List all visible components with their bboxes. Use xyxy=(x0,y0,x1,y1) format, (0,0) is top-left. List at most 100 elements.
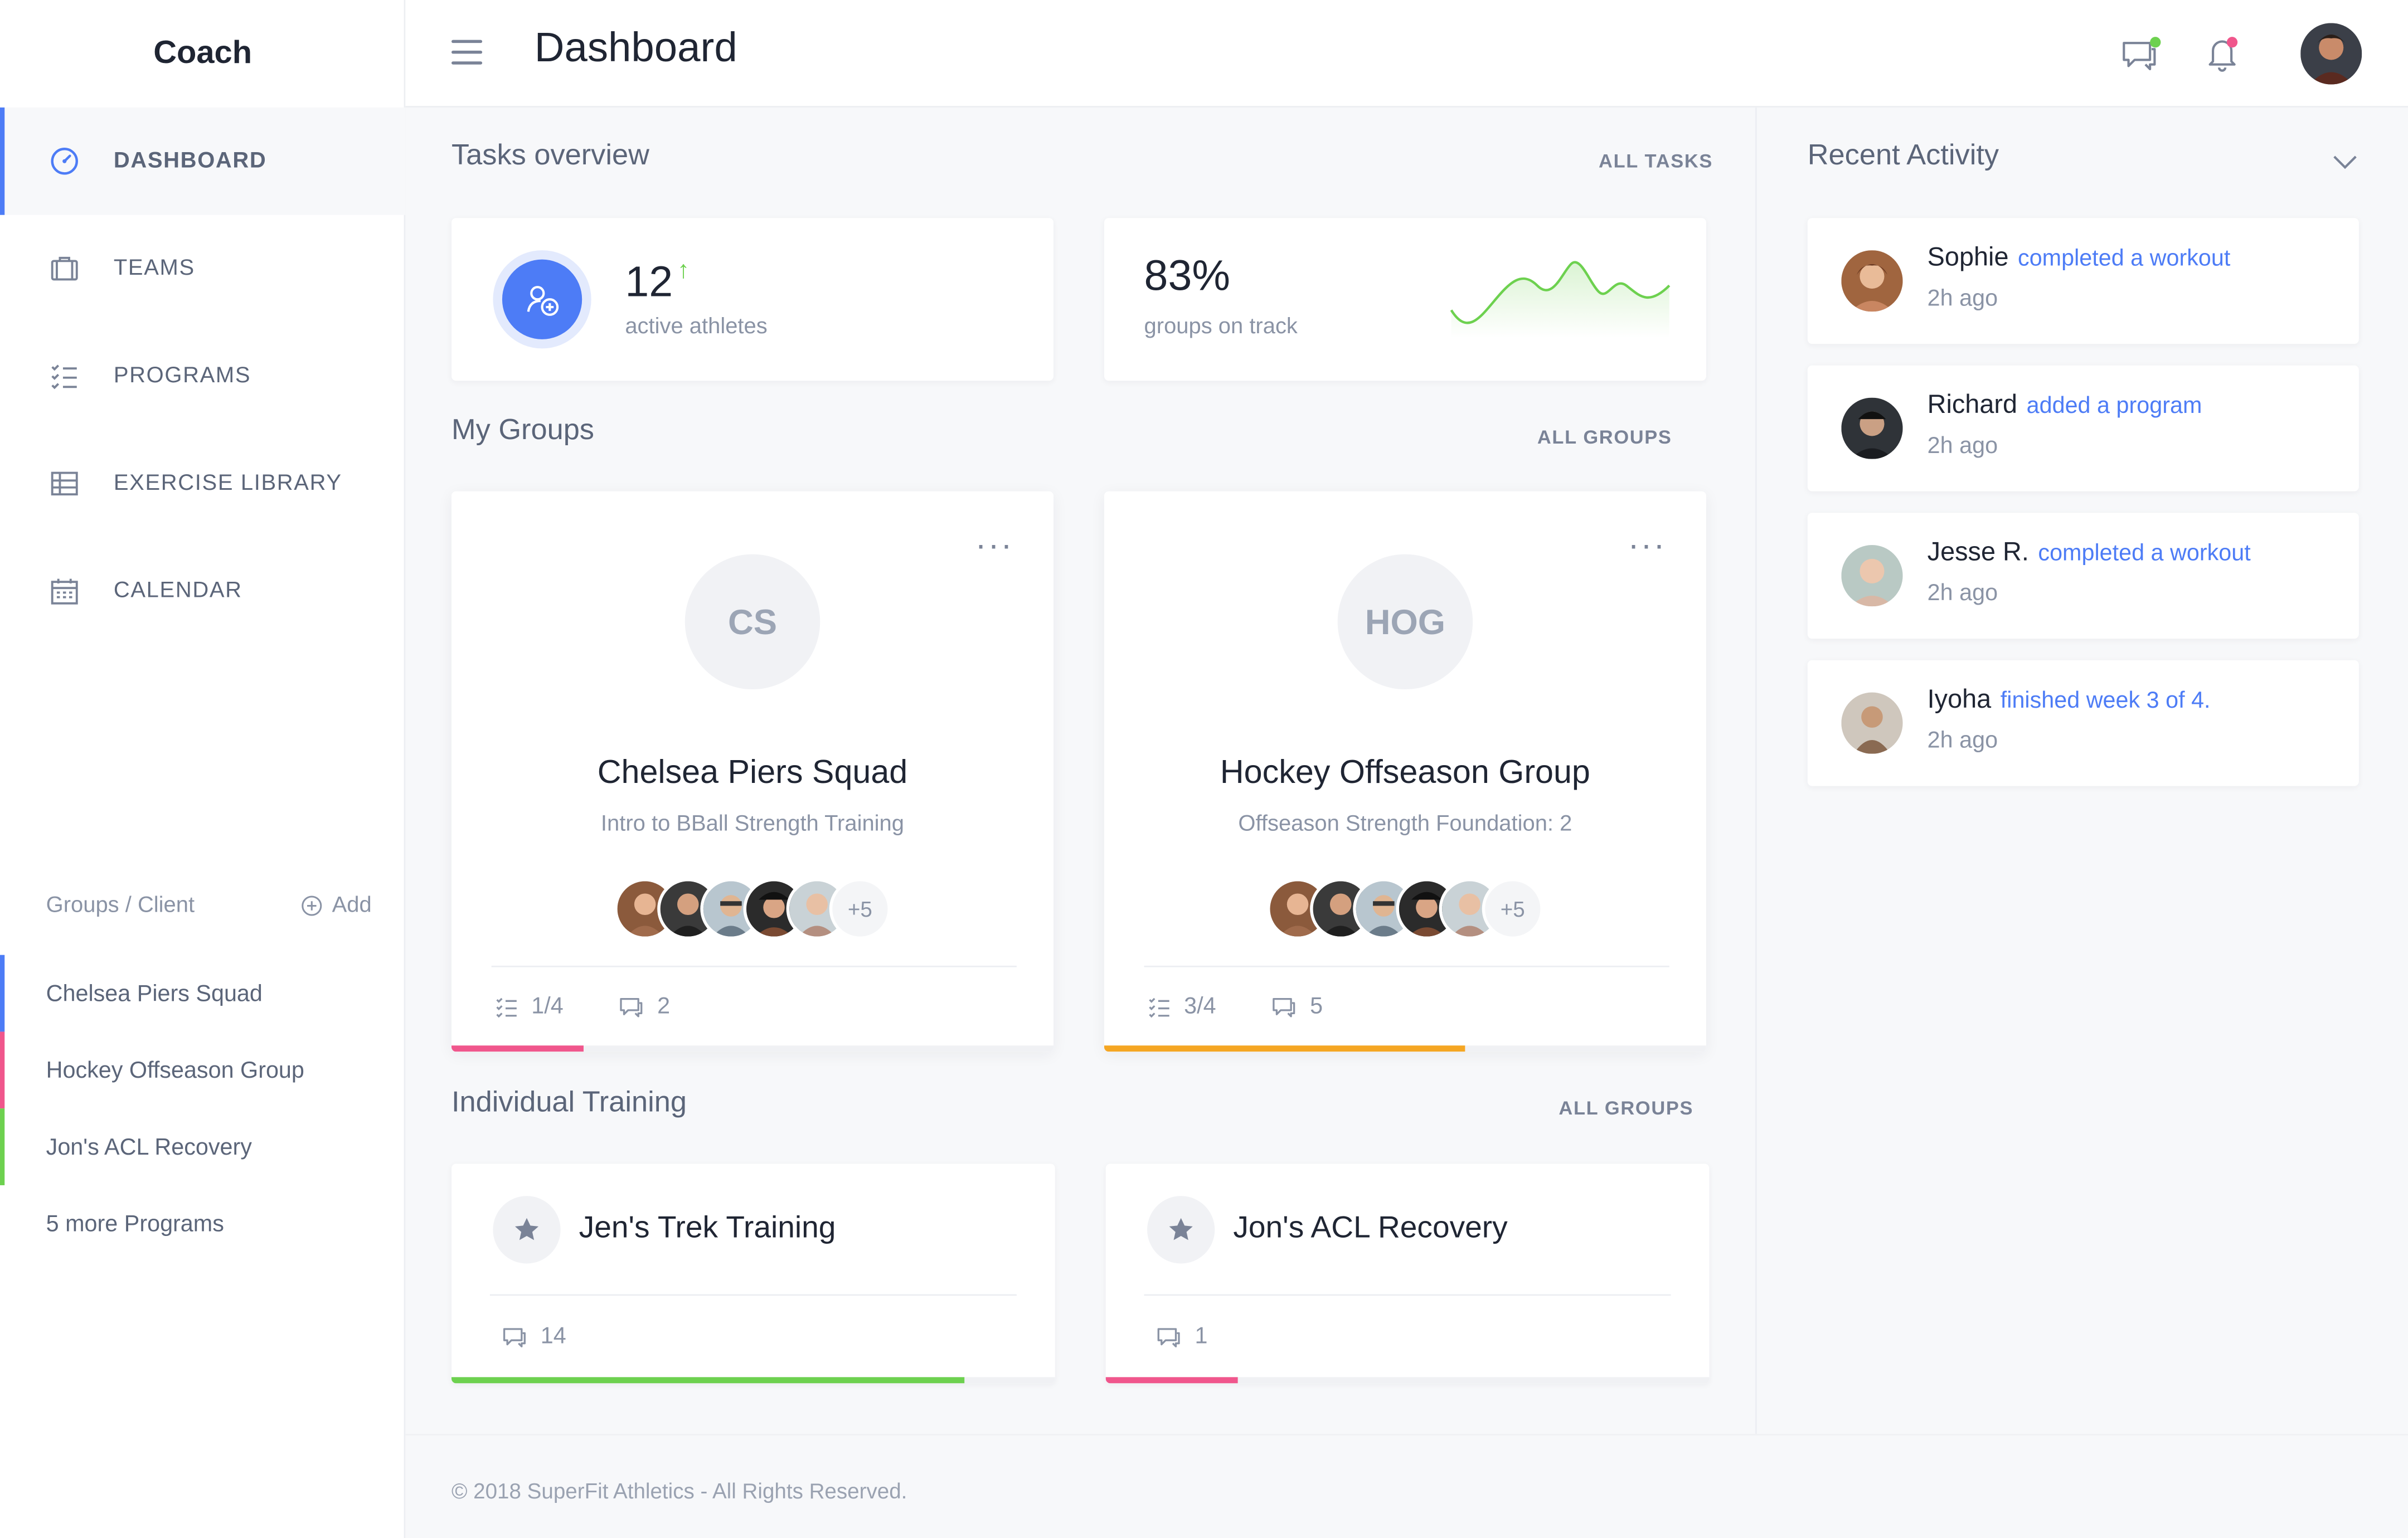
progress-fill xyxy=(451,1045,584,1052)
avatar xyxy=(1841,545,1903,607)
comments-count[interactable]: 5 xyxy=(1270,993,1323,1020)
comments-count[interactable]: 2 xyxy=(618,994,670,1019)
tasks-overview-title: Tasks overview xyxy=(451,139,649,172)
activity-time: 2h ago xyxy=(1927,727,1998,754)
sidebar-group-chelsea-piers-squad[interactable]: Chelsea Piers Squad xyxy=(0,955,405,1032)
more-options-icon[interactable]: ··· xyxy=(1628,525,1666,565)
notifications-button[interactable] xyxy=(2202,34,2242,74)
sidebar-item-dashboard[interactable]: DASHBOARD xyxy=(0,107,406,215)
groups-on-track-label: groups on track xyxy=(1144,314,1298,339)
progress-bar xyxy=(451,1377,1055,1384)
group-card-hockey-offseason-group[interactable]: ··· HOG Hockey Offseason Group Offseason… xyxy=(1104,491,1706,1052)
comments-count[interactable]: 14 xyxy=(501,1323,566,1350)
activity-user[interactable]: Jesse R. xyxy=(1928,537,2029,566)
recent-activity-panel: Recent Activity Sophie completed a workou… xyxy=(1755,107,2408,1434)
group-card-chelsea-piers-squad[interactable]: ··· CS Chelsea Piers Squad Intro to BBal… xyxy=(451,491,1054,1052)
activity-action[interactable]: completed a workout xyxy=(2018,246,2230,272)
trend-up-icon: ↑ xyxy=(677,257,690,284)
activity-user[interactable]: Sophie xyxy=(1928,242,2009,271)
sidebar-item-programs[interactable]: PROGRAMS xyxy=(0,323,405,430)
group-label: Chelsea Piers Squad xyxy=(46,980,263,1006)
activity-action[interactable]: finished week 3 of 4. xyxy=(2001,688,2211,714)
add-user-icon xyxy=(502,259,582,339)
sidebar-item-label: DASHBOARD xyxy=(113,149,267,174)
footer: © 2018 SuperFit Athletics - All Rights R… xyxy=(405,1434,2408,1538)
avatar xyxy=(1841,692,1903,754)
activity-user[interactable]: Iyoha xyxy=(1928,685,1992,714)
sidebar-item-calendar[interactable]: CALENDAR xyxy=(0,537,405,645)
card-divider xyxy=(489,1294,1017,1296)
progress-bar xyxy=(1104,1045,1706,1052)
activity-item[interactable]: Jesse R. completed a workout 2h ago xyxy=(1807,513,2359,639)
more-members-count[interactable]: +5 xyxy=(829,878,891,940)
activity-time: 2h ago xyxy=(1927,285,1998,312)
messages-button[interactable] xyxy=(2119,34,2161,74)
checklist-icon xyxy=(496,997,517,1017)
comments-value: 5 xyxy=(1310,993,1323,1020)
activity-text: Iyoha finished week 3 of 4. xyxy=(1928,685,2211,716)
sidebar-item-exercise-library[interactable]: EXERCISE LIBRARY xyxy=(0,430,405,537)
tasks-value: 3/4 xyxy=(1184,993,1216,1020)
activity-item[interactable]: Iyoha finished week 3 of 4. 2h ago xyxy=(1807,660,2359,786)
activity-user[interactable]: Richard xyxy=(1928,390,2017,419)
activity-item[interactable]: Sophie completed a workout 2h ago xyxy=(1807,218,2359,344)
sidebar-more-programs-link[interactable]: 5 more Programs xyxy=(0,1185,405,1262)
card-divider xyxy=(1144,1294,1671,1296)
more-members-count[interactable]: +5 xyxy=(1482,878,1543,940)
tasks-value: 1/4 xyxy=(531,993,564,1020)
chat-bubble-icon xyxy=(1273,997,1295,1017)
star-icon[interactable] xyxy=(1147,1196,1215,1264)
training-name: Jon's ACL Recovery xyxy=(1233,1211,1508,1245)
alert-dot xyxy=(2226,37,2238,48)
app-frame: Coach DASHBOARD TEAMS PROGRAMS EXERCISE … xyxy=(0,0,2408,1538)
training-name: Jen's Trek Training xyxy=(579,1211,836,1245)
all-individual-link[interactable]: ALL GROUPS xyxy=(1559,1098,1693,1120)
activity-item[interactable]: Richard added a program 2h ago xyxy=(1807,365,2359,491)
activity-time: 2h ago xyxy=(1927,580,1998,607)
copyright-text: © 2018 SuperFit Athletics - All Rights R… xyxy=(451,1478,907,1503)
activity-text: Jesse R. completed a workout xyxy=(1928,537,2251,568)
training-card-jons-acl-recovery[interactable]: Jon's ACL Recovery 1 xyxy=(1105,1164,1710,1384)
more-options-icon[interactable]: ··· xyxy=(975,525,1014,565)
add-group-button[interactable]: Add xyxy=(302,893,372,918)
member-avatars[interactable]: +5 xyxy=(614,878,891,940)
sidebar-group-jons-acl-recovery[interactable]: Jon's ACL Recovery xyxy=(0,1108,405,1185)
group-initials: CS xyxy=(684,554,821,690)
active-athletes-value: 12 xyxy=(625,257,673,306)
star-icon[interactable] xyxy=(493,1196,561,1264)
table-icon xyxy=(49,468,80,499)
comments-count[interactable]: 1 xyxy=(1155,1323,1207,1350)
hamburger-menu-icon[interactable] xyxy=(451,40,483,68)
sidebar-item-label: PROGRAMS xyxy=(113,363,251,389)
sidebar-item-label: TEAMS xyxy=(113,256,195,281)
sidebar-group-hockey-offseason-group[interactable]: Hockey Offseason Group xyxy=(0,1031,405,1109)
briefcase-icon xyxy=(49,254,80,284)
avatar xyxy=(1841,397,1903,459)
user-avatar[interactable] xyxy=(2300,23,2362,85)
top-header: Dashboard xyxy=(405,0,2408,108)
active-athletes-label: active athletes xyxy=(625,314,768,339)
checklist-icon xyxy=(1149,997,1169,1017)
avatar xyxy=(1841,250,1903,312)
sidebar-item-teams[interactable]: TEAMS xyxy=(0,215,405,323)
chevron-down-icon[interactable] xyxy=(2333,150,2357,178)
chat-bubble-icon xyxy=(620,997,643,1017)
group-initials: HOG xyxy=(1337,554,1473,690)
tasks-count: 3/4 xyxy=(1147,993,1216,1020)
training-card-jens-trek-training[interactable]: Jen's Trek Training 14 xyxy=(451,1164,1055,1384)
group-label: Jon's ACL Recovery xyxy=(46,1133,252,1160)
activity-action[interactable]: added a program xyxy=(2027,393,2202,419)
group-color-bar xyxy=(0,1031,5,1109)
add-label: Add xyxy=(332,893,372,918)
brand-logo[interactable]: Coach xyxy=(0,0,405,108)
plus-circle-icon xyxy=(302,895,322,916)
member-avatars[interactable]: +5 xyxy=(1266,878,1543,940)
chat-bubble-icon xyxy=(503,1327,526,1347)
activity-action[interactable]: completed a workout xyxy=(2038,541,2250,567)
all-groups-link[interactable]: ALL GROUPS xyxy=(1537,427,1672,449)
group-label: Hockey Offseason Group xyxy=(46,1057,304,1083)
all-tasks-link[interactable]: ALL TASKS xyxy=(1599,150,1713,172)
progress-bar xyxy=(1105,1377,1710,1384)
speedometer-icon xyxy=(49,146,80,177)
group-name: Hockey Offseason Group xyxy=(1220,753,1590,791)
